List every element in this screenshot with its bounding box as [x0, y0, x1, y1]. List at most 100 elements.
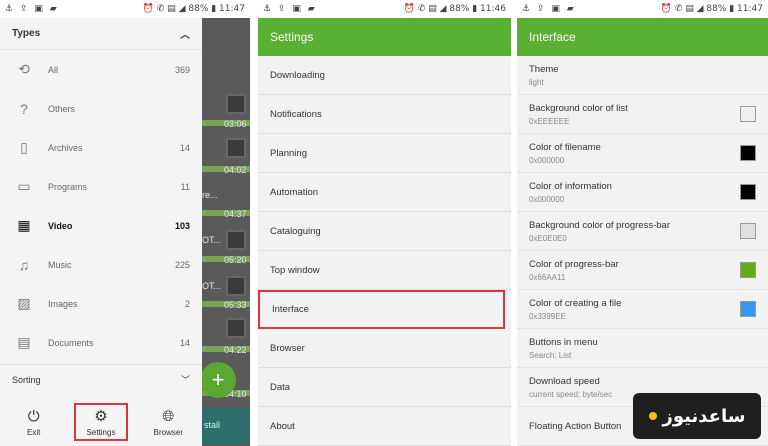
settings-item-top-window[interactable]: Top window: [258, 251, 511, 290]
pref-text: Background color of progress-bar 0xE0E0E0: [529, 220, 670, 243]
type-item-images[interactable]: ▨ Images 2: [0, 284, 202, 323]
settings-item-notifications[interactable]: Notifications: [258, 95, 511, 134]
type-item-documents[interactable]: ▤ Documents 14: [0, 323, 202, 362]
duration-label: 05:20: [224, 255, 247, 265]
type-item-programs[interactable]: ▭ Programs 11: [0, 167, 202, 206]
add-download-fab[interactable]: +: [200, 362, 236, 398]
type-label: Video: [48, 220, 73, 231]
settings-item-data[interactable]: Data: [258, 368, 511, 407]
type-count: 369: [174, 64, 190, 75]
pref-color-of-creating-a-file[interactable]: Color of creating a file 0x3399EE: [517, 290, 768, 329]
pref-text: Theme light: [529, 64, 559, 87]
type-label: Others: [48, 103, 76, 114]
power-icon: ⏻: [27, 407, 40, 425]
settings-item-downloading[interactable]: Downloading: [258, 56, 511, 95]
logo-dot-icon: [648, 412, 657, 420]
types-label: Types: [12, 28, 41, 39]
music-icon: ♫: [18, 256, 30, 273]
bottom-navigation: ⏻ Exit ⚙ Settings 🌐︎ Browser: [0, 398, 202, 446]
pref-text: Download speed current speed; byte/sec: [529, 376, 612, 399]
sorting-header[interactable]: Sorting ﹀: [0, 364, 202, 394]
type-count: 2: [184, 298, 190, 309]
type-label: Programs: [48, 181, 88, 192]
pref-color-of-progress-bar[interactable]: Color of progress-bar 0x66AA11: [517, 251, 768, 290]
pref-value: current speed; byte/sec: [529, 389, 613, 399]
type-item-video[interactable]: ▦ Video 103: [0, 206, 202, 245]
pref-title: Color of creating a file: [529, 297, 622, 309]
pref-text: Color of progress-bar 0x66AA11: [529, 259, 619, 282]
settings-screen: ⚓ ⇪ ▣ ▰ ⏰ ✆ ▤ ◢ 88% ▮ 11:46 Settings Dow…: [258, 0, 511, 446]
watermark-text: ساعدنیوز: [662, 405, 746, 427]
sorting-label: Sorting: [12, 374, 41, 385]
chevron-down-icon: ﹀: [180, 375, 190, 385]
navigation-drawer: Types ︿ ⟲ All 369? Others ▯ Archives 14 ▭ Progra…: [0, 18, 202, 446]
pref-value: Search; List: [529, 350, 572, 360]
duration-label: 04:22: [224, 345, 247, 355]
settings-item-planning[interactable]: Planning: [258, 134, 511, 173]
settings-item-label: Interface: [272, 304, 309, 315]
pref-text: Background color of list 0xEEEEEE: [529, 103, 628, 126]
color-swatch: [740, 106, 756, 122]
pref-color-of-filename[interactable]: Color of filename 0x000000: [517, 134, 768, 173]
settings-item-interface[interactable]: Interface: [258, 290, 505, 329]
pref-value: 0xEEEEEE: [529, 116, 570, 126]
color-swatch: [740, 262, 756, 278]
filename-fragment: OT...: [202, 235, 222, 245]
pref-title: Color of information: [529, 180, 612, 192]
settings-item-about[interactable]: About: [258, 407, 511, 446]
drawer-screen: ⚓ ⇪ ▣ ▰ ⏰ ✆ ▤ ◢ 88% ▮ 11:47 03:06 04:02 …: [0, 0, 250, 446]
pref-buttons-in-menu[interactable]: Buttons in menu Search; List: [517, 329, 768, 368]
video-thumbnail: [226, 276, 246, 296]
pref-title: Floating Action Button: [529, 420, 622, 432]
settings-button[interactable]: ⚙ Settings: [73, 403, 128, 441]
settings-item-label: Automation: [270, 186, 319, 198]
pref-theme[interactable]: Theme light: [517, 56, 768, 95]
status-right-icons: ⏰ ✆ ▤ ◢ 88% ▮ 11:46: [403, 4, 506, 14]
pref-value: 0x66AA11: [529, 272, 566, 282]
page-title: Interface: [529, 30, 576, 44]
question-icon: ?: [20, 100, 28, 117]
pref-text: Floating Action Button: [529, 421, 621, 432]
video-thumbnail: [226, 230, 246, 250]
settings-item-browser[interactable]: Browser: [258, 329, 511, 368]
globe-icon: 🌐︎: [162, 407, 175, 425]
types-header[interactable]: Types ︿: [0, 18, 202, 50]
watermark-logo: ساعدنیوز: [633, 393, 761, 439]
monitor-icon: ▭: [17, 178, 31, 194]
type-count: 11: [180, 181, 190, 192]
filename-fragment: re...: [202, 190, 218, 200]
pref-title: Buttons in menu: [529, 336, 598, 348]
exit-button[interactable]: ⏻ Exit: [7, 403, 61, 441]
video-thumbnail: [226, 318, 246, 338]
pref-title: Theme: [529, 63, 559, 75]
browser-label: Browser: [153, 427, 183, 437]
settings-item-cataloguing[interactable]: Cataloguing: [258, 212, 511, 251]
interface-screen: ⚓ ⇪ ▣ ▰ ⏰ ✆ ▤ ◢ 88% ▮ 11:47 Interface Th…: [517, 0, 768, 446]
pref-title: Download speed: [529, 375, 600, 387]
pref-value: 0x000000: [529, 194, 565, 204]
type-item-all[interactable]: ⟲ All 369: [0, 50, 202, 89]
type-item-archives[interactable]: ▯ Archives 14: [0, 128, 202, 167]
settings-title-bar: Settings: [258, 18, 511, 56]
settings-item-label: Notifications: [270, 108, 322, 120]
settings-item-label: Planning: [270, 147, 307, 159]
settings-item-label: About: [270, 420, 295, 432]
filename-fragment: OT...: [202, 281, 222, 291]
status-bar: ⚓ ⇪ ▣ ▰ ⏰ ✆ ▤ ◢ 88% ▮ 11:46: [258, 0, 511, 18]
pref-background-color-of-list[interactable]: Background color of list 0xEEEEEE: [517, 95, 768, 134]
exit-label: Exit: [26, 427, 41, 437]
settings-item-automation[interactable]: Automation: [258, 173, 511, 212]
type-label: Music: [48, 259, 72, 270]
pref-color-of-information[interactable]: Color of information 0x000000: [517, 173, 768, 212]
plus-icon: +: [211, 367, 225, 392]
pref-text: Color of information 0x000000: [529, 181, 612, 204]
type-item-music[interactable]: ♫ Music 225: [0, 245, 202, 284]
pref-background-color-of-progress-bar[interactable]: Background color of progress-bar 0xE0E0E0: [517, 212, 768, 251]
type-count: 103: [174, 220, 190, 231]
sync-icon: ⟲: [18, 61, 30, 77]
browser-button[interactable]: 🌐︎ Browser: [141, 403, 195, 441]
install-button[interactable]: stall: [202, 408, 250, 444]
film-icon: ▦: [17, 217, 31, 233]
status-left-icons: ⚓ ⇪ ▣ ▰: [522, 4, 576, 14]
type-item-others[interactable]: ? Others: [0, 89, 202, 128]
